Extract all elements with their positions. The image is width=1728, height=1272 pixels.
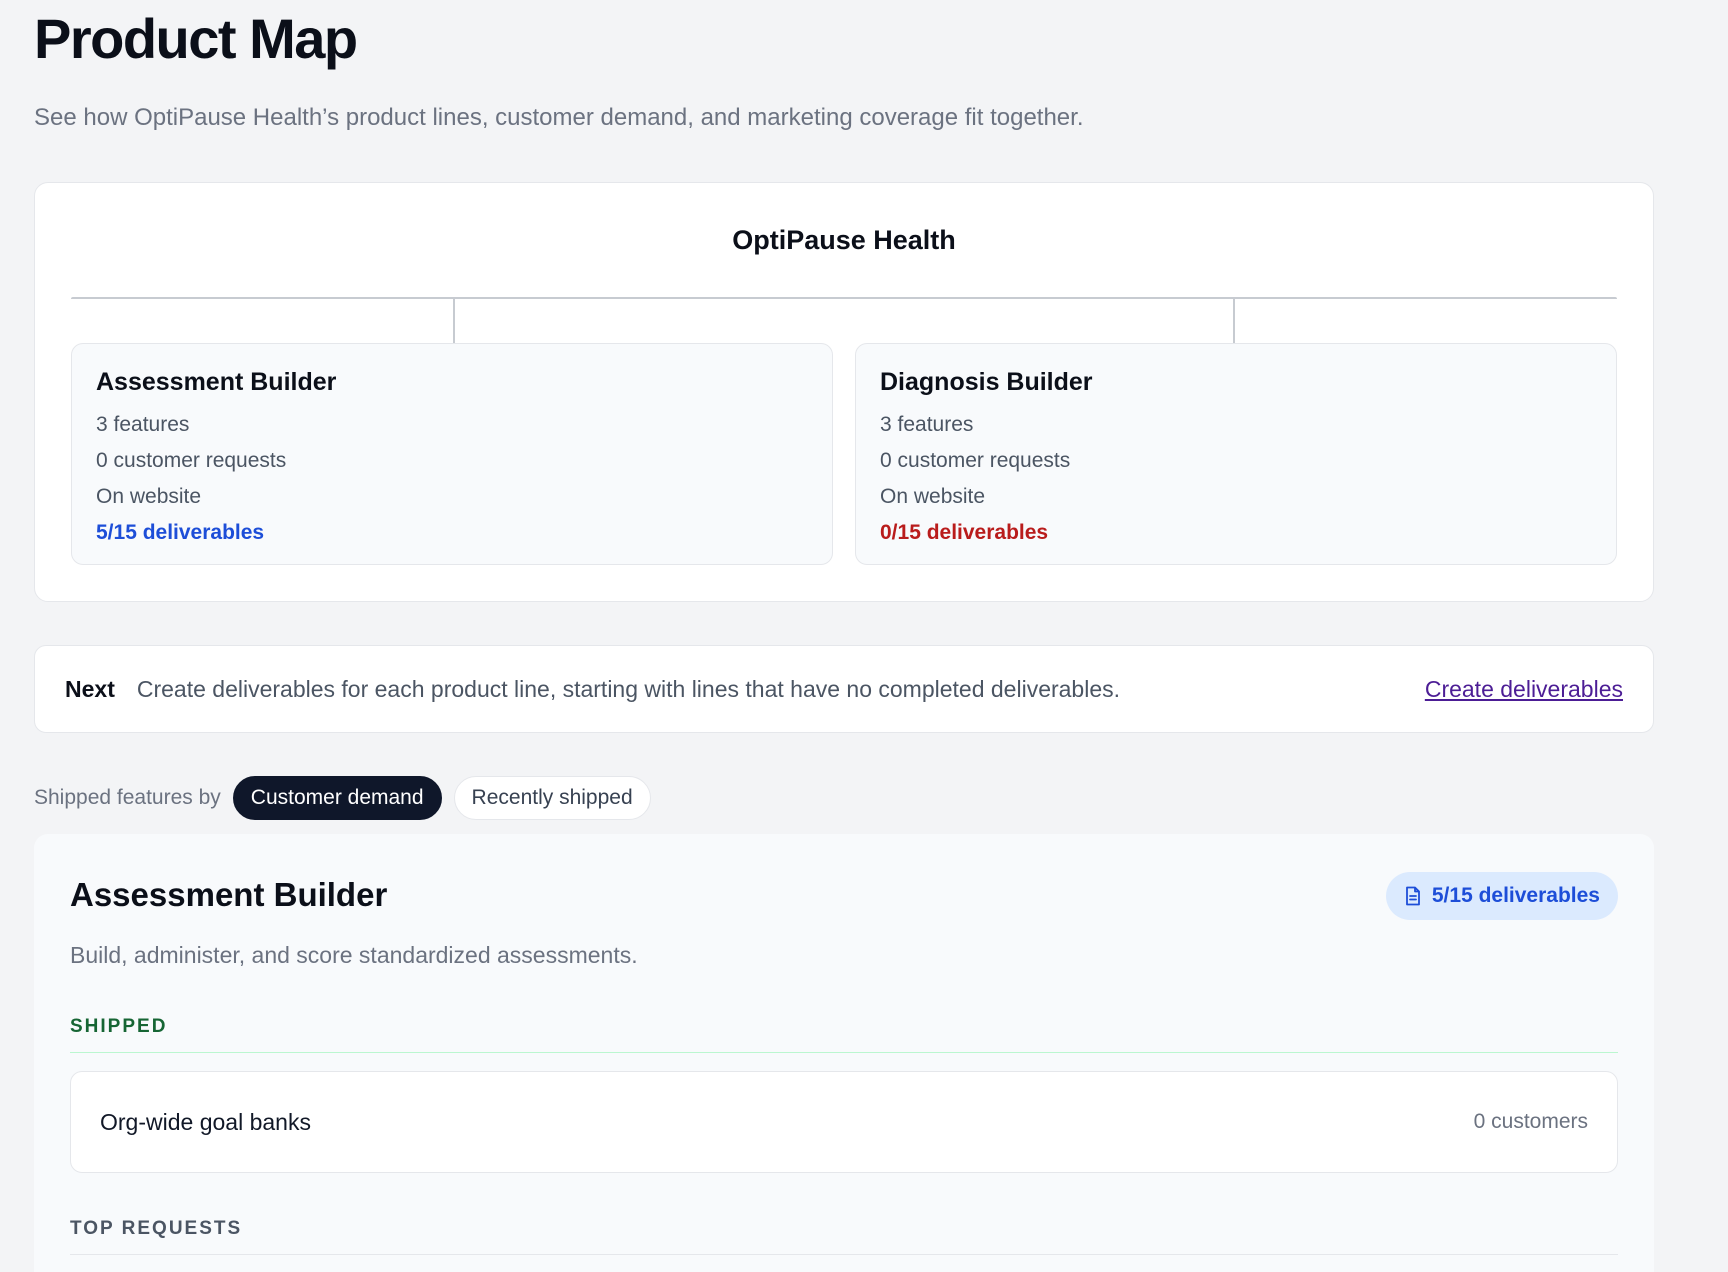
product-line-requests: 0 customer requests: [96, 449, 287, 472]
chip-recently-shipped[interactable]: Recently shipped: [453, 776, 651, 820]
tree-connector-left: [453, 297, 455, 343]
product-line-detail: Assessment Builder 5/15 deliverables Bui…: [34, 834, 1654, 1272]
product-line-features: 3 features: [880, 413, 974, 436]
next-label: Next: [65, 675, 115, 702]
shipped-features-filter: Shipped features by Customer demand Rece…: [34, 776, 663, 820]
product-line-name: Diagnosis Builder: [880, 368, 1093, 396]
create-deliverables-link[interactable]: Create deliverables: [1425, 676, 1623, 703]
tree-connector-right: [1233, 297, 1235, 343]
product-line-requests: 0 customer requests: [880, 449, 1071, 472]
product-line-website: On website: [880, 485, 986, 508]
feature-customer-count: 0 customers: [1473, 1110, 1588, 1133]
tree-connector: [71, 297, 1617, 299]
product-line-deliverables: 5/15 deliverables: [96, 521, 265, 544]
product-line-card-assessment-builder[interactable]: Assessment Builder 3 features 0 customer…: [71, 343, 833, 565]
detail-title: Assessment Builder: [70, 876, 388, 913]
deliverables-badge-label: 5/15 deliverables: [1431, 884, 1600, 907]
product-line-deliverables: 0/15 deliverables: [880, 521, 1049, 544]
product-line-website: On website: [96, 485, 202, 508]
next-step-banner: Next Create deliverables for each produc…: [34, 645, 1654, 733]
chip-customer-demand[interactable]: Customer demand: [232, 776, 442, 820]
product-line-name: Assessment Builder: [96, 368, 337, 396]
detail-description: Build, administer, and score standardize…: [70, 942, 638, 968]
product-line-card-diagnosis-builder[interactable]: Diagnosis Builder 3 features 0 customer …: [855, 343, 1617, 565]
shipped-feature-row[interactable]: Org-wide goal banks 0 customers: [70, 1071, 1618, 1173]
tree-root-node: OptiPause Health: [732, 225, 956, 255]
page-title: Product Map: [34, 7, 358, 70]
product-line-features: 3 features: [96, 413, 190, 436]
product-tree-card: OptiPause Health Assessment Builder 3 fe…: [34, 182, 1654, 602]
next-text: Create deliverables for each product lin…: [136, 675, 1121, 702]
top-requests-heading: TOP REQUESTS: [70, 1218, 1618, 1255]
shipped-heading: SHIPPED: [70, 1016, 1618, 1053]
page-subtitle: See how OptiPause Health’s product lines…: [34, 104, 1084, 131]
filter-label: Shipped features by: [34, 786, 221, 809]
feature-name: Org-wide goal banks: [100, 1108, 311, 1135]
document-icon: [1405, 886, 1420, 906]
deliverables-badge[interactable]: 5/15 deliverables: [1385, 872, 1618, 920]
product-map-page: Product Map See how OptiPause Health’s p…: [0, 0, 1728, 1272]
